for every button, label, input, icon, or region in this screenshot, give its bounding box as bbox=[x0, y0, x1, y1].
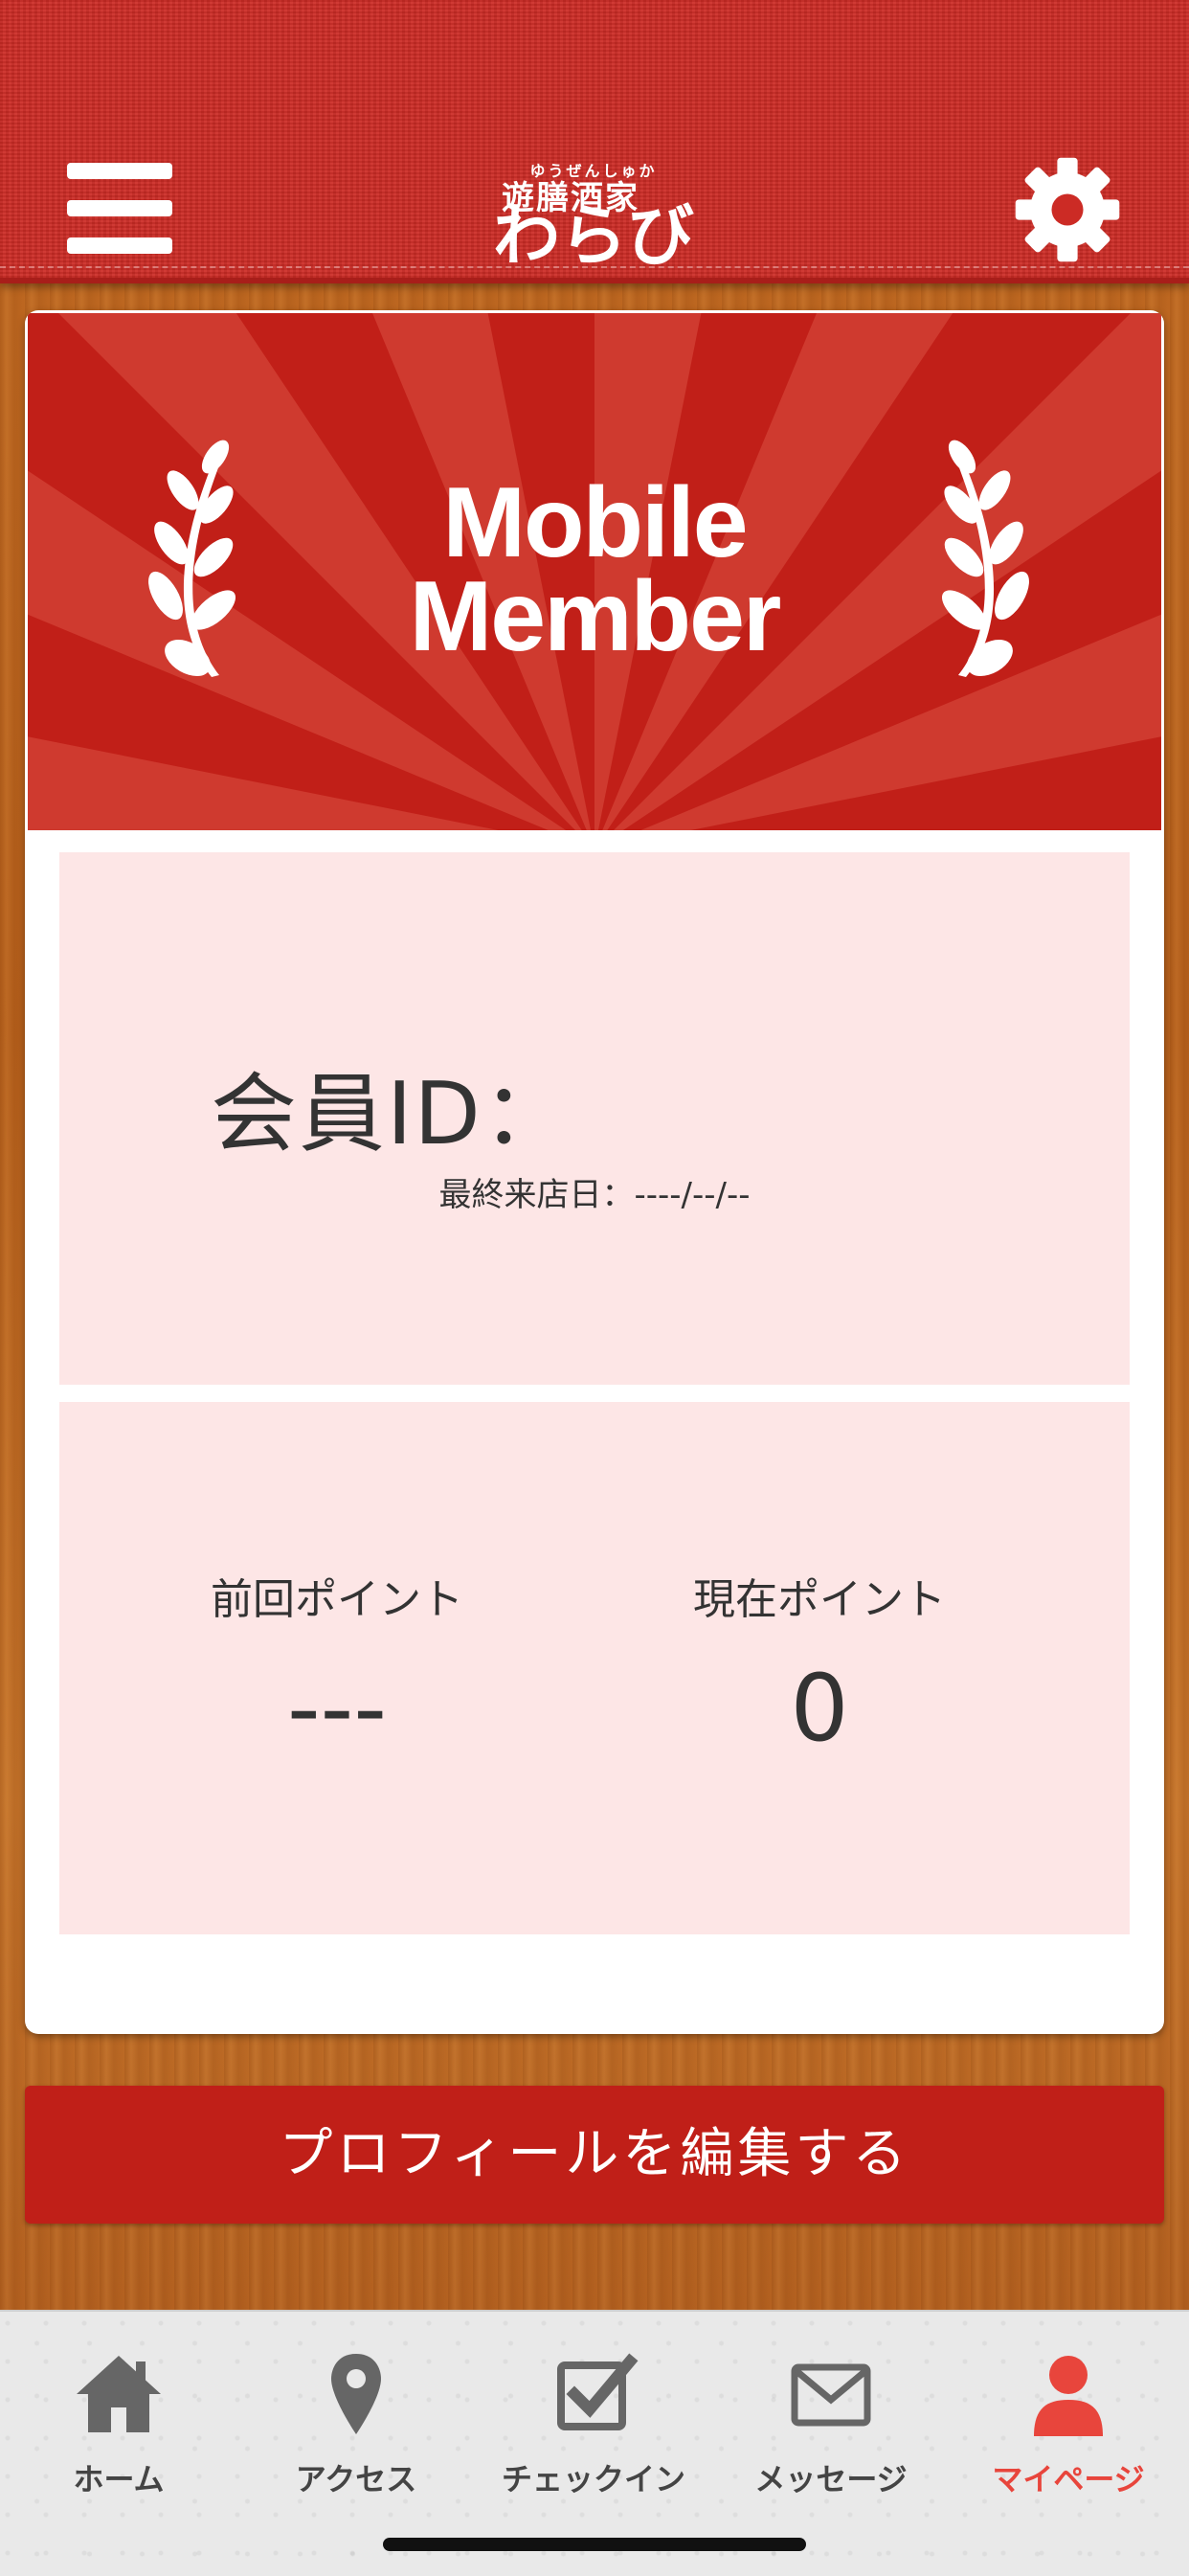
current-points: 現在ポイント 0 bbox=[580, 1565, 1059, 1762]
gear-icon bbox=[1015, 157, 1120, 262]
hamburger-icon bbox=[67, 163, 172, 179]
tab-access[interactable]: アクセス bbox=[237, 2331, 475, 2497]
last-visit-date: 最終来店日：----/--/-- bbox=[438, 1176, 751, 1214]
menu-button[interactable] bbox=[67, 163, 172, 255]
logo-kana: わらび bbox=[493, 195, 694, 275]
current-points-label: 現在ポイント bbox=[693, 1575, 946, 1624]
tab-checkin-label: チェックイン bbox=[501, 2461, 685, 2497]
banner-title: Mobile Member bbox=[28, 467, 1161, 672]
member-card: Mobile Member 会員ID： 最終来店日：----/--/-- 前回ポ… bbox=[25, 310, 1164, 2034]
previous-points: 前回ポイント --- bbox=[98, 1565, 576, 1762]
edit-profile-button[interactable]: プロフィールを編集する bbox=[25, 2086, 1164, 2224]
checkbox-icon bbox=[557, 2353, 639, 2430]
previous-points-value: --- bbox=[287, 1655, 387, 1762]
tab-message-label: メッセージ bbox=[754, 2461, 908, 2497]
tab-message[interactable]: メッセージ bbox=[712, 2331, 950, 2497]
app-logo: ゆうぜんしゅか 遊膳酒家 わらび bbox=[479, 162, 708, 275]
settings-button[interactable] bbox=[1011, 153, 1124, 266]
home-icon bbox=[77, 2356, 161, 2432]
banner-title-line2: Member bbox=[409, 561, 782, 672]
tab-mypage-label: マイページ bbox=[992, 2461, 1145, 2497]
map-pin-icon bbox=[331, 2354, 381, 2434]
bottom-tab-bar: ホーム アクセス チェックイン メッセージ マイページ bbox=[0, 2310, 1189, 2576]
tab-access-label: アクセス bbox=[295, 2461, 417, 2497]
member-id-panel: 会員ID： 最終来店日：----/--/-- bbox=[59, 852, 1130, 1385]
previous-points-label: 前回ポイント bbox=[211, 1575, 463, 1624]
member-banner: Mobile Member bbox=[28, 313, 1161, 830]
tab-mypage[interactable]: マイページ bbox=[950, 2331, 1187, 2497]
tab-checkin[interactable]: チェックイン bbox=[475, 2331, 712, 2497]
app-header: ゆうぜんしゅか 遊膳酒家 わらび bbox=[0, 0, 1189, 283]
user-icon bbox=[1034, 2356, 1103, 2436]
home-indicator bbox=[383, 2538, 806, 2551]
points-panel: 前回ポイント --- 現在ポイント 0 bbox=[59, 1402, 1130, 1934]
hamburger-icon-bar bbox=[67, 237, 172, 254]
member-id-label: 会員ID： bbox=[211, 1064, 571, 1164]
envelope-icon bbox=[791, 2363, 871, 2427]
logo-ruby: ゆうぜんしゅか bbox=[529, 162, 658, 180]
current-points-value: 0 bbox=[790, 1655, 849, 1762]
tab-home[interactable]: ホーム bbox=[0, 2331, 237, 2497]
tab-home-label: ホーム bbox=[73, 2461, 165, 2497]
banner-title-line1: Mobile bbox=[442, 467, 748, 578]
hamburger-icon-bar bbox=[67, 200, 172, 216]
